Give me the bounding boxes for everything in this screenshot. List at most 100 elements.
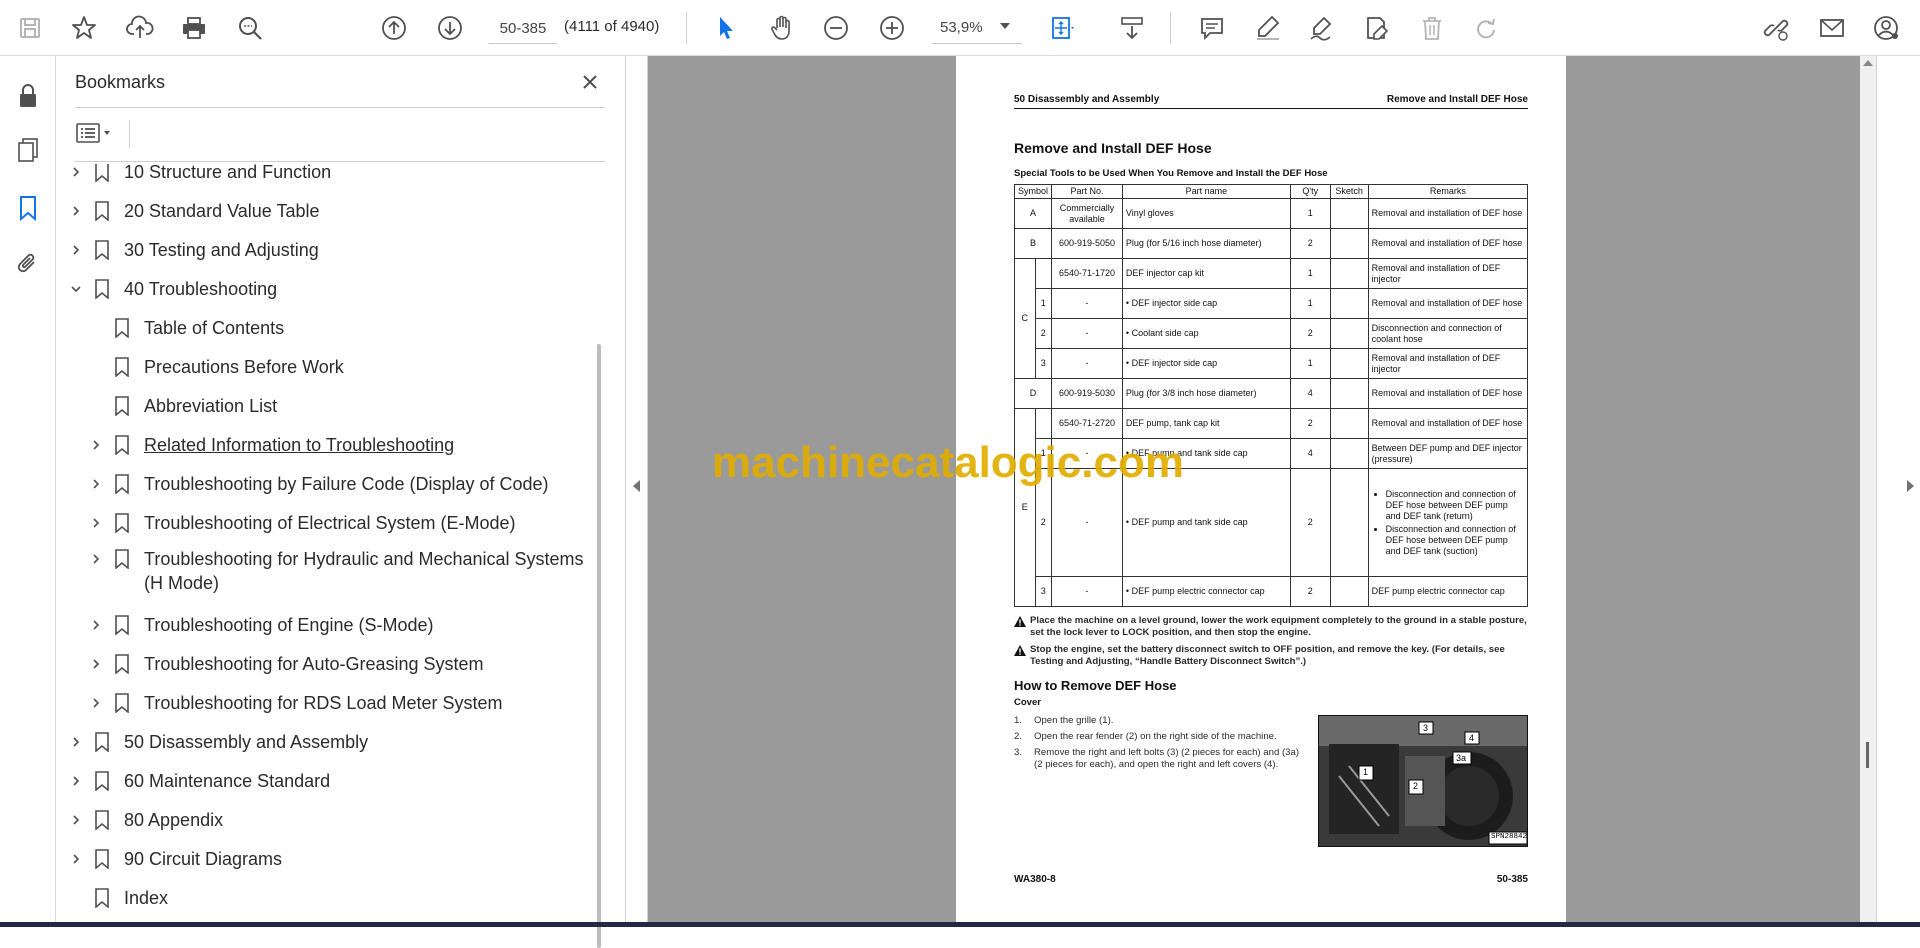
bookmark-icon xyxy=(92,730,112,754)
collapse-panel-icon[interactable] xyxy=(633,480,640,492)
bookmark-item[interactable]: 60 Maintenance Standard xyxy=(66,766,330,796)
save-icon[interactable] xyxy=(12,10,48,46)
watermark-text: machinecatalogic.com xyxy=(712,438,1184,487)
table-row: E 6540-71-2720 DEF pump, tank cap kit 2 … xyxy=(1014,408,1529,607)
table-row: A Commercially available Vinyl gloves 1 … xyxy=(1013,198,1529,229)
chevron-right-icon[interactable] xyxy=(86,513,106,533)
bookmark-icon xyxy=(92,808,112,832)
bookmark-item[interactable]: Table of Contents xyxy=(112,313,284,343)
bookmark-item[interactable]: Troubleshooting of Electrical System (E-… xyxy=(86,508,515,538)
bookmark-item[interactable]: Troubleshooting by Failure Code (Display… xyxy=(86,469,549,499)
scroll-mode-icon[interactable] xyxy=(1114,10,1150,46)
scrollbar-thumb[interactable] xyxy=(597,344,601,948)
fit-page-icon[interactable] xyxy=(1044,10,1080,46)
bookmark-item[interactable]: 50 Disassembly and Assembly xyxy=(66,727,368,757)
star-icon[interactable] xyxy=(66,10,102,46)
bookmark-item[interactable]: 40 Troubleshooting xyxy=(66,274,277,304)
bookmark-icon xyxy=(112,355,132,379)
close-panel-icon[interactable] xyxy=(576,68,604,96)
bookmark-item[interactable]: Index xyxy=(92,883,168,913)
scroll-up-icon[interactable] xyxy=(1863,60,1873,66)
chevron-right-icon[interactable] xyxy=(66,164,86,182)
chevron-right-icon[interactable] xyxy=(66,810,86,830)
scrollbar-thumb[interactable] xyxy=(1866,742,1869,768)
warning-icon xyxy=(1014,645,1026,660)
chevron-right-icon[interactable] xyxy=(66,771,86,791)
delete-icon[interactable] xyxy=(1414,10,1450,46)
bookmark-item[interactable]: 80 Appendix xyxy=(66,805,223,835)
panel-divider xyxy=(75,161,605,162)
bookmark-icon xyxy=(112,652,132,676)
panel-title: Bookmarks xyxy=(75,72,166,92)
document-viewport[interactable]: 50 Disassembly and Assembly Remove and I… xyxy=(648,56,1876,922)
document-scrollbar[interactable] xyxy=(1860,56,1876,922)
taskbar-edge xyxy=(0,922,1920,927)
bookmarks-scrollbar[interactable] xyxy=(594,168,604,948)
next-page-icon[interactable] xyxy=(432,10,468,46)
chevron-right-icon[interactable] xyxy=(86,654,106,674)
bookmark-icon xyxy=(112,691,132,715)
upload-cloud-icon[interactable] xyxy=(122,10,158,46)
right-panel-toggle[interactable] xyxy=(1876,56,1920,922)
chevron-right-icon[interactable] xyxy=(86,474,106,494)
bookmark-icon xyxy=(92,277,112,301)
bookmark-item[interactable]: Troubleshooting for Auto-Greasing System xyxy=(86,649,484,679)
hand-tool-icon[interactable] xyxy=(764,10,800,46)
bookmark-icon xyxy=(112,394,132,418)
highlight-pen-icon[interactable] xyxy=(1250,10,1286,46)
page-header-left: 50 Disassembly and Assembly xyxy=(1014,94,1160,105)
print-icon[interactable] xyxy=(176,10,212,46)
bookmark-item[interactable]: 20 Standard Value Table xyxy=(66,196,320,226)
attachments-icon[interactable] xyxy=(10,246,46,282)
draw-freehand-icon[interactable] xyxy=(1304,10,1340,46)
bookmark-icon xyxy=(112,472,132,496)
toolbar-divider xyxy=(1170,12,1171,44)
procedure-step: 2. Open the rear fender (2) on the right… xyxy=(1014,731,1277,742)
lock-icon[interactable] xyxy=(10,78,46,114)
zoom-out-icon[interactable] xyxy=(818,10,854,46)
chevron-right-icon[interactable] xyxy=(86,615,106,635)
redo-icon[interactable] xyxy=(1468,10,1504,46)
table-row: 3 - DEF injector side cap 1 Removal and … xyxy=(1015,348,1529,379)
previous-page-icon[interactable] xyxy=(376,10,412,46)
bookmark-item[interactable]: Abbreviation List xyxy=(112,391,277,421)
chevron-right-icon[interactable] xyxy=(66,201,86,221)
bookmark-panel-icon[interactable] xyxy=(10,190,46,226)
bookmark-item[interactable]: Troubleshooting for RDS Load Meter Syste… xyxy=(86,688,503,718)
chevron-down-icon[interactable] xyxy=(66,279,86,299)
toolbar-divider xyxy=(686,12,687,44)
find-icon[interactable] xyxy=(232,10,268,46)
panel-divider xyxy=(75,107,605,108)
comment-icon[interactable] xyxy=(1194,10,1230,46)
bookmark-options-button[interactable] xyxy=(75,118,121,148)
chevron-right-icon[interactable] xyxy=(86,435,106,455)
bookmark-item[interactable]: 30 Testing and Adjusting xyxy=(66,235,319,265)
panel-splitter[interactable] xyxy=(626,56,648,922)
chevron-right-icon[interactable] xyxy=(86,693,106,713)
bookmark-item[interactable]: Related Information to Troubleshooting xyxy=(86,430,454,460)
share-link-icon[interactable] xyxy=(1758,10,1794,46)
toolbar: 50-385 (4111 of 4940) 53,9% xyxy=(0,0,1920,56)
expand-panel-icon[interactable] xyxy=(1907,480,1914,492)
bookmark-item[interactable]: 10 Structure and Function xyxy=(66,164,331,187)
chevron-right-icon[interactable] xyxy=(86,549,106,569)
bookmark-item[interactable]: Troubleshooting for Hydraulic and Mechan… xyxy=(86,547,584,601)
page-header-right: Remove and Install DEF Hose xyxy=(1386,94,1528,105)
zoom-in-icon[interactable] xyxy=(874,10,910,46)
chevron-right-icon[interactable] xyxy=(66,849,86,869)
select-cursor-icon[interactable] xyxy=(708,10,744,46)
table-header-row: Symbol Part No. Part name Q'ty Sketch Re… xyxy=(1013,184,1529,199)
account-icon[interactable] xyxy=(1868,10,1904,46)
bookmark-item[interactable]: 90 Circuit Diagrams xyxy=(66,844,282,874)
special-tools-table: Symbol Part No. Part name Q'ty Sketch Re… xyxy=(1013,184,1529,607)
bookmark-item[interactable]: Precautions Before Work xyxy=(112,352,344,382)
page-number-input[interactable]: 50-385 xyxy=(488,12,558,44)
chevron-right-icon[interactable] xyxy=(66,240,86,260)
zoom-dropdown-icon[interactable] xyxy=(1000,23,1010,29)
email-icon[interactable] xyxy=(1814,10,1850,46)
page-thumbnails-icon[interactable] xyxy=(10,132,46,168)
bookmark-item[interactable]: Troubleshooting of Engine (S-Mode) xyxy=(86,610,434,640)
edit-text-icon[interactable] xyxy=(1358,10,1394,46)
chevron-right-icon[interactable] xyxy=(66,732,86,752)
table-row: B 600-919-5050 Plug (for 5/16 inch hose … xyxy=(1013,228,1529,259)
